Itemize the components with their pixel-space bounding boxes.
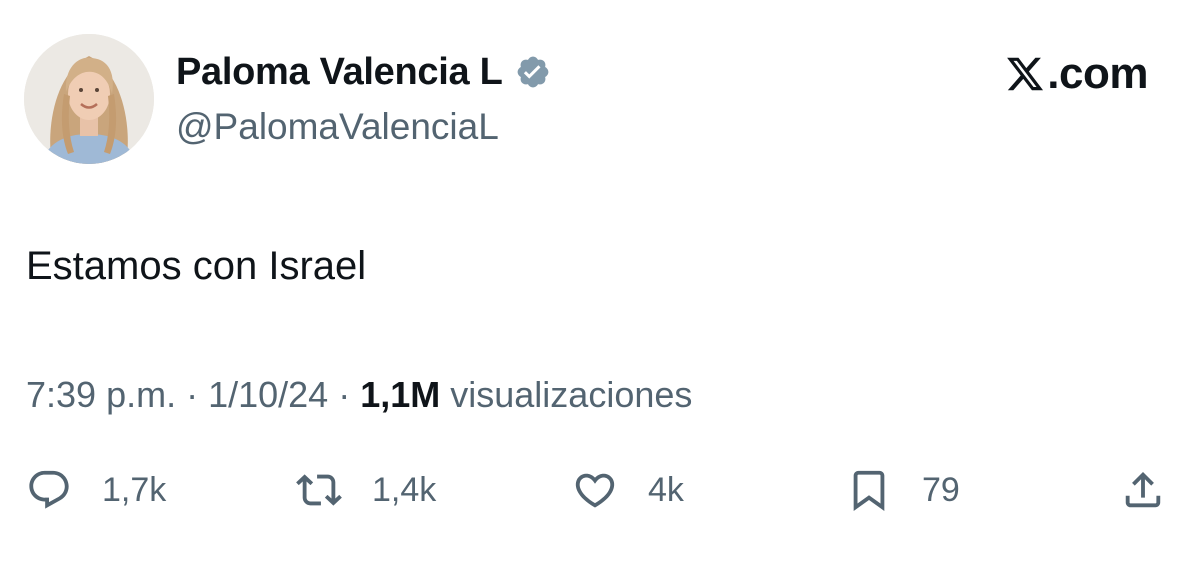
- reply-count: 1,7k: [102, 470, 167, 509]
- author-name-row: Paloma Valencia L: [176, 50, 551, 94]
- x-com-brand: .com: [1005, 49, 1148, 98]
- share-icon: [1120, 467, 1166, 513]
- meta-separator: ·: [338, 374, 351, 415]
- tweet-actions-bar: 1,7k 1,4k 4k 79: [26, 462, 1174, 518]
- author-handle[interactable]: @PalomaValenciaL: [176, 106, 499, 148]
- reply-icon: [26, 467, 72, 513]
- avatar[interactable]: [24, 34, 154, 164]
- bookmark-icon: [846, 467, 892, 513]
- reply-button[interactable]: 1,7k: [26, 462, 166, 518]
- bookmark-count: 79: [922, 470, 960, 509]
- like-count: 4k: [648, 470, 684, 509]
- bookmark-button[interactable]: 79: [846, 462, 960, 518]
- tweet-text: Estamos con Israel: [26, 244, 367, 288]
- heart-icon: [572, 467, 618, 513]
- retweet-icon: [296, 467, 342, 513]
- x-logo-icon: [1005, 54, 1045, 94]
- tweet-date[interactable]: 1/10/24: [208, 374, 328, 416]
- views-label: visualizaciones: [450, 374, 693, 415]
- author-display-name[interactable]: Paloma Valencia L: [176, 51, 503, 94]
- tweet-meta: 7:39 p.m. · 1/10/24 · 1,1M visualizacion…: [26, 374, 692, 416]
- retweet-button[interactable]: 1,4k: [296, 462, 436, 518]
- brand-domain-label: .com: [1047, 49, 1148, 98]
- like-button[interactable]: 4k: [572, 462, 684, 518]
- views-count: 1,1M: [360, 374, 441, 415]
- retweet-count: 1,4k: [372, 470, 437, 509]
- share-button[interactable]: [1120, 462, 1166, 518]
- profile-photo: [24, 34, 154, 164]
- meta-separator: ·: [186, 374, 199, 415]
- verified-badge-icon[interactable]: [515, 54, 551, 90]
- tweet-time[interactable]: 7:39 p.m.: [26, 374, 176, 416]
- tweet-card: Paloma Valencia L @PalomaValenciaL .com …: [0, 0, 1200, 565]
